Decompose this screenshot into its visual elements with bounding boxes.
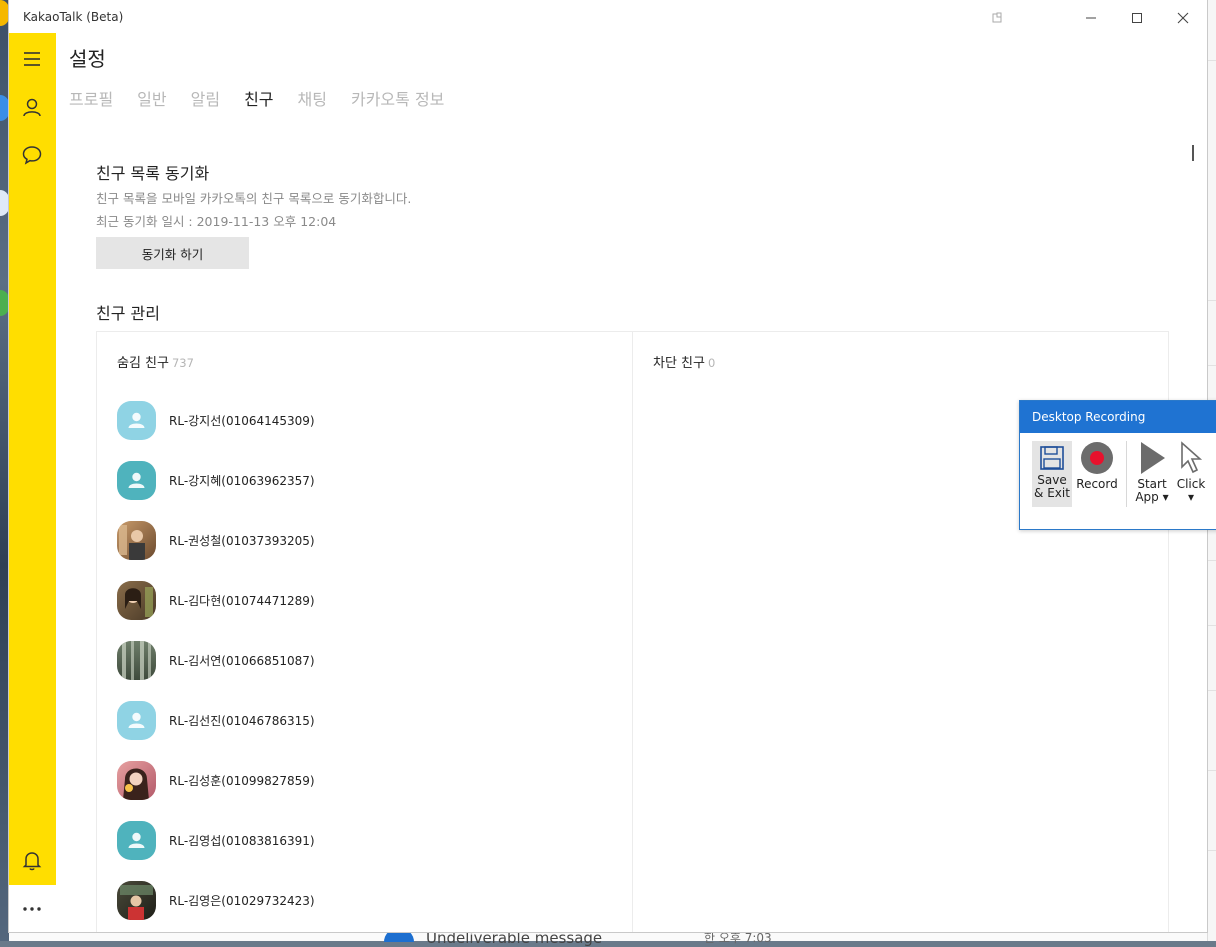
settings-tabs: 프로필 일반 알림 친구 채팅 카카오톡 정보 xyxy=(69,86,468,110)
background-chat-list xyxy=(9,932,1207,941)
desktop-shortcut-icon[interactable] xyxy=(0,190,9,216)
tab-profile[interactable]: 프로필 xyxy=(69,86,113,110)
avatar-photo xyxy=(117,640,156,680)
recording-title: Desktop Recording xyxy=(1020,401,1216,433)
blocked-friends-label: 차단 친구 xyxy=(653,356,705,371)
friends-person-icon[interactable] xyxy=(20,95,44,119)
menu-icon[interactable] xyxy=(20,47,44,71)
friend-name: RL-김선진(01046786315) xyxy=(169,713,315,728)
list-item[interactable]: RL-권성철(01037393205) xyxy=(117,510,617,570)
minimize-icon[interactable] xyxy=(1068,0,1114,33)
avatar xyxy=(117,460,156,500)
click-button[interactable]: Click ▾ xyxy=(1174,441,1208,504)
list-item[interactable]: RL-김다현(01074471289) xyxy=(117,570,617,630)
list-item[interactable]: RL-강지선(01064145309) xyxy=(117,390,617,450)
friend-name: RL-강지선(01064145309) xyxy=(169,413,315,428)
record-label: Record xyxy=(1076,477,1118,491)
list-item[interactable]: RL-김성훈(01099827859) xyxy=(117,750,617,810)
last-sync-time: 최근 동기화 일시 : 2019-11-13 오후 12:04 xyxy=(96,214,337,229)
record-icon xyxy=(1081,442,1113,474)
friend-name: RL-김영섭(01083816391) xyxy=(169,833,315,848)
notification-bell-icon[interactable] xyxy=(20,848,44,872)
tab-notifications[interactable]: 알림 xyxy=(191,86,220,110)
avatar-photo xyxy=(117,580,156,620)
friend-name: RL-김성훈(01099827859) xyxy=(169,773,315,788)
desktop-shortcut-icon[interactable] xyxy=(0,290,9,316)
page-title: 설정 xyxy=(69,47,106,71)
title-bar: KakaoTalk (Beta) xyxy=(9,0,1207,33)
list-item[interactable]: RL-김영은(01029732423) xyxy=(117,870,617,930)
hidden-friends-header: 숨김 친구 737 xyxy=(117,352,194,371)
play-icon xyxy=(1141,442,1165,474)
cursor-arrow-icon xyxy=(1181,441,1203,474)
blocked-friends-count: 0 xyxy=(707,356,716,370)
tab-friends[interactable]: 친구 xyxy=(244,86,273,110)
avatar-photo xyxy=(117,760,156,800)
avatar xyxy=(117,700,156,740)
blocked-friends-header: 차단 친구 0 xyxy=(653,352,715,371)
exit-label: & Exit xyxy=(1034,486,1070,500)
avatar-photo xyxy=(117,880,156,920)
save-exit-button[interactable]: Save & Exit xyxy=(1032,441,1072,507)
avatar xyxy=(117,820,156,860)
friend-name: RL-권성철(01037393205) xyxy=(169,533,315,548)
friend-name: RL-강지혜(01063962357) xyxy=(169,473,315,488)
list-item[interactable]: RL-김선진(01046786315) xyxy=(117,690,617,750)
desktop-shortcut-icon[interactable] xyxy=(0,95,9,121)
maximize-icon[interactable] xyxy=(1114,0,1160,33)
chat-bubble-icon[interactable] xyxy=(20,143,44,167)
friend-name: RL-김영은(01029732423) xyxy=(169,893,315,908)
hidden-friend-list: RL-강지선(01064145309) RL-강지혜(01063962357) … xyxy=(117,390,617,930)
tab-chat[interactable]: 채팅 xyxy=(298,86,327,110)
friend-manage-panel: 숨김 친구 737 차단 친구 0 RL-강지선(01064145309) RL-강… xyxy=(96,331,1169,932)
more-options-area xyxy=(9,885,56,932)
desktop-recording-toolbar: Desktop Recording Save & Exit Record Sta… xyxy=(1019,400,1216,530)
scrollbar-thumb[interactable] xyxy=(1192,145,1194,161)
toolbar-separator xyxy=(1126,441,1127,507)
avatar-photo xyxy=(117,520,156,560)
tab-kakaotalk-info[interactable]: 카카오톡 정보 xyxy=(351,86,444,110)
panel-divider xyxy=(632,332,633,932)
start-app-button[interactable]: Start App ▾ xyxy=(1132,441,1172,504)
list-item[interactable]: RL-강지혜(01063962357) xyxy=(117,450,617,510)
sync-description: 친구 목록을 모바일 카카오톡의 친구 목록으로 동기화합니다. xyxy=(96,191,412,206)
manage-section-title: 친구 관리 xyxy=(96,304,160,323)
sync-section-title: 친구 목록 동기화 xyxy=(96,164,210,183)
friend-name: RL-김서연(01066851087) xyxy=(169,653,315,668)
hidden-friends-label: 숨김 친구 xyxy=(117,356,169,371)
sync-button[interactable]: 동기화 하기 xyxy=(96,237,249,269)
more-dots-icon[interactable] xyxy=(20,897,44,921)
window-title: KakaoTalk (Beta) xyxy=(23,10,124,24)
avatar xyxy=(117,400,156,440)
tab-general[interactable]: 일반 xyxy=(137,86,166,110)
list-item[interactable]: RL-김영섭(01083816391) xyxy=(117,810,617,870)
record-button[interactable]: Record xyxy=(1076,441,1118,491)
list-item[interactable]: RL-김서연(01066851087) xyxy=(117,630,617,690)
desktop-shortcut-icon[interactable] xyxy=(0,0,9,26)
hidden-friends-count: 737 xyxy=(171,356,194,370)
app-label: App xyxy=(1135,490,1159,504)
close-icon[interactable] xyxy=(1160,0,1206,33)
sidebar xyxy=(9,33,56,932)
desktop-background xyxy=(0,0,9,941)
pin-icon[interactable] xyxy=(974,0,1020,33)
friend-name: RL-김다현(01074471289) xyxy=(169,593,315,608)
floppy-disk-icon xyxy=(1040,446,1064,470)
